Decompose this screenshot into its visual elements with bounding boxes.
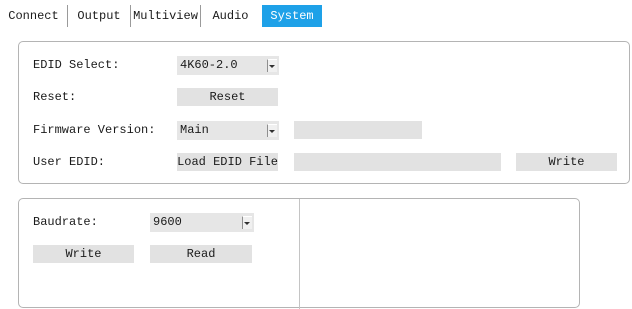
edid-select-value: 4K60-2.0	[180, 58, 238, 72]
load-edid-file-button[interactable]: Load EDID File	[177, 153, 278, 171]
baudrate-read-button[interactable]: Read	[150, 245, 252, 263]
reset-button[interactable]: Reset	[177, 88, 278, 106]
user-edid-field[interactable]	[294, 153, 501, 171]
baudrate-dropdown[interactable]: 9600	[150, 213, 254, 232]
edid-panel: EDID Select: 4K60-2.0 Reset: Reset Firmw…	[18, 41, 630, 184]
user-edid-label: User EDID:	[33, 155, 106, 169]
tab-system[interactable]: System	[262, 5, 322, 27]
chevron-down-icon	[242, 216, 252, 229]
serial-panel: Baudrate: 9600 Write Read	[18, 198, 580, 309]
tab-multiview[interactable]: Multiview	[130, 5, 200, 27]
reset-label: Reset:	[33, 90, 77, 104]
baudrate-value: 9600	[153, 215, 182, 229]
write-edid-button[interactable]: Write	[516, 153, 617, 171]
chevron-down-icon	[267, 59, 277, 72]
tab-output[interactable]: Output	[67, 5, 130, 27]
firmware-version-dropdown[interactable]: Main	[177, 121, 279, 140]
chevron-down-icon	[267, 124, 277, 137]
firmware-version-value: Main	[180, 123, 209, 137]
edid-select-dropdown[interactable]: 4K60-2.0	[177, 56, 279, 75]
panel-divider	[299, 199, 300, 309]
baudrate-label: Baudrate:	[33, 215, 98, 229]
firmware-version-field	[294, 121, 422, 139]
firmware-version-label: Firmware Version:	[33, 123, 156, 137]
edid-select-label: EDID Select:	[33, 58, 120, 72]
baudrate-write-button[interactable]: Write	[33, 245, 134, 263]
tab-audio[interactable]: Audio	[200, 5, 260, 27]
tab-connect[interactable]: Connect	[0, 5, 67, 27]
tab-bar: Connect Output Multiview Audio System	[0, 5, 632, 27]
